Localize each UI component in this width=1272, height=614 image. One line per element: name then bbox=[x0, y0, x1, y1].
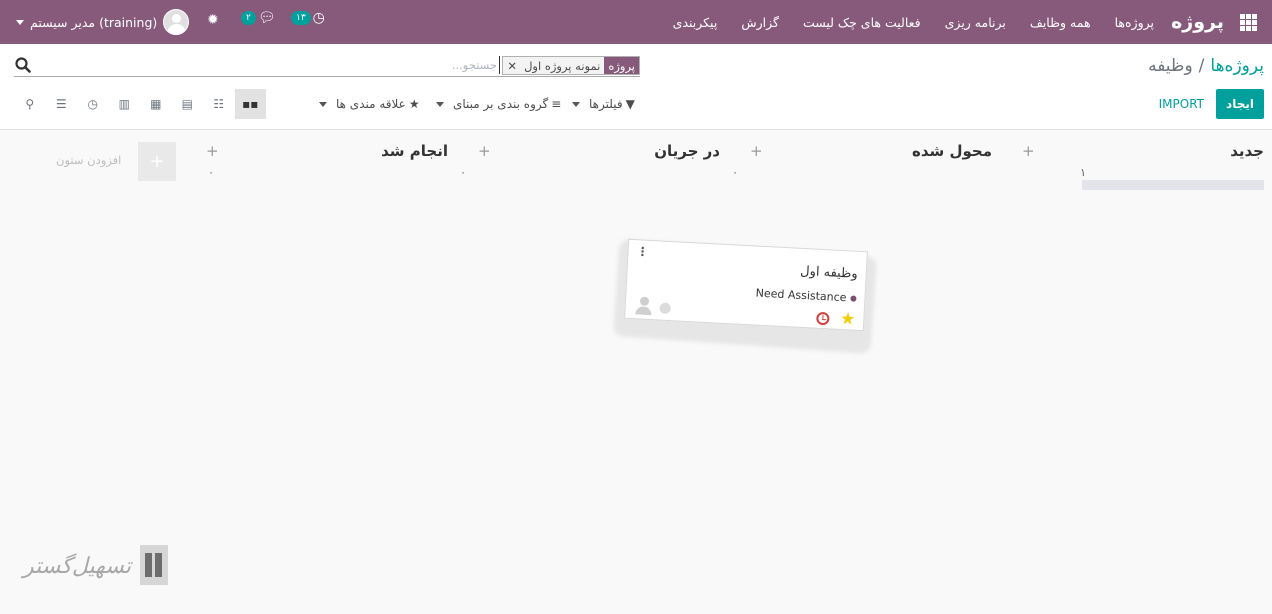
column-count: ۰ bbox=[732, 166, 738, 179]
breadcrumb-current: وظیفه bbox=[1148, 56, 1193, 76]
add-column-label: افزودن ستون bbox=[56, 153, 122, 167]
filters-label: فیلترها bbox=[589, 97, 623, 111]
menu-item-configuration[interactable]: پیکربندی bbox=[673, 15, 718, 30]
group-by-label: گروه بندی بر مبنای bbox=[453, 97, 549, 111]
debug-bug-icon[interactable]: ✹ bbox=[207, 12, 219, 28]
star-icon: ★ bbox=[408, 97, 420, 111]
column-count: ۰ bbox=[460, 166, 466, 179]
kanban-column-done: انجام شد ۰ bbox=[208, 140, 448, 184]
card-tag: Need Assistance bbox=[755, 286, 857, 305]
favorites-dropdown[interactable]: ★ علاقه مندی ها bbox=[319, 94, 420, 114]
activity-view-button[interactable]: ◷ bbox=[77, 89, 109, 119]
chevron-down-icon bbox=[16, 19, 24, 25]
graph-view-button[interactable]: ▥ bbox=[109, 89, 141, 119]
top-navbar: پروژه پروژه‌ها همه وظایف برنامه ریزی فعا… bbox=[0, 0, 1272, 44]
facet-value: نمونه پروژه اول bbox=[524, 58, 601, 73]
menu-item-planning[interactable]: برنامه ریزی bbox=[945, 15, 1006, 30]
kanban-column-new: جدید ۱ bbox=[1080, 140, 1264, 190]
add-column-button[interactable]: + bbox=[138, 142, 176, 181]
messages-badge: ۲ bbox=[241, 11, 256, 25]
quick-create-plus-icon[interactable]: + bbox=[750, 142, 763, 160]
control-panel: پروژه‌ها / وظیفه ✕ نمونه پروژه اول پروژه… bbox=[0, 44, 1272, 130]
plus-icon: + bbox=[149, 151, 165, 172]
kanban-view-button[interactable]: ▪▪ bbox=[234, 89, 266, 119]
search-bar: ✕ نمونه پروژه اول پروژه bbox=[14, 55, 640, 77]
activities-tray[interactable]: ۱۳ ◷ bbox=[291, 10, 325, 26]
avatar bbox=[163, 9, 190, 35]
pivot-view-button[interactable]: ▦ bbox=[140, 89, 172, 119]
column-count: ۱ bbox=[1080, 166, 1086, 179]
chevron-down-icon bbox=[319, 101, 327, 107]
group-by-dropdown[interactable]: ≡ گروه بندی بر مبنای bbox=[436, 94, 561, 114]
app-brand: پروژه bbox=[1171, 11, 1224, 33]
filter-icon: ▼ bbox=[625, 97, 635, 111]
kanban-board: جدید ۱ + محول شده ۰ + در جریان ۰ + انجام… bbox=[0, 130, 1272, 614]
map-view-button[interactable]: ⚲ bbox=[14, 89, 46, 119]
gantt-icon: ☰ bbox=[55, 97, 67, 111]
create-button[interactable]: ایجاد bbox=[1216, 89, 1264, 119]
activities-badge: ۱۳ bbox=[291, 11, 311, 25]
column-title: جدید bbox=[1230, 142, 1264, 160]
quick-create-plus-icon[interactable]: + bbox=[478, 142, 491, 160]
view-switcher: ⚲ ☰ ◷ ▥ ▦ ▤ ☷ ▪▪ bbox=[14, 89, 266, 119]
list-view-button[interactable]: ☷ bbox=[203, 89, 235, 119]
menu-item-checklist-activities[interactable]: فعالیت های چک لیست bbox=[803, 15, 921, 30]
column-title: انجام شد bbox=[381, 142, 448, 160]
breadcrumb: پروژه‌ها / وظیفه bbox=[1148, 56, 1264, 76]
logo-mark-icon bbox=[140, 545, 168, 585]
gantt-view-button[interactable]: ☰ bbox=[46, 89, 78, 119]
favorites-label: علاقه مندی ها bbox=[336, 97, 406, 111]
facet-label: پروژه bbox=[604, 57, 639, 74]
breadcrumb-separator: / bbox=[1198, 56, 1205, 76]
assignee-avatar-icon bbox=[633, 296, 654, 315]
main-menu: پروژه‌ها همه وظایف برنامه ریزی فعالیت ها… bbox=[673, 0, 1154, 44]
kanban-grid-icon: ▪▪ bbox=[242, 97, 259, 111]
close-icon[interactable]: ✕ bbox=[503, 57, 520, 74]
search-facet: ✕ نمونه پروژه اول پروژه bbox=[502, 56, 640, 75]
search-input[interactable] bbox=[300, 56, 500, 74]
chevron-down-icon bbox=[436, 101, 444, 107]
user-name: مدیر سیستم (training) bbox=[30, 14, 158, 30]
card-title: وظیفه اول bbox=[799, 263, 859, 282]
chevron-down-icon bbox=[572, 101, 580, 107]
bars-icon: ≡ bbox=[551, 97, 562, 111]
column-title: محول شده bbox=[911, 142, 992, 160]
apps-menu-icon[interactable] bbox=[1240, 0, 1260, 44]
clock-icon: ◷ bbox=[87, 97, 98, 111]
menu-item-projects[interactable]: پروژه‌ها bbox=[1115, 15, 1154, 30]
column-title: در جریان bbox=[654, 142, 720, 160]
quick-create-plus-icon[interactable]: + bbox=[206, 142, 219, 160]
list-icon: ☷ bbox=[213, 97, 225, 111]
kanban-column-assigned: محول شده ۰ bbox=[732, 140, 992, 184]
tag-color-dot bbox=[850, 294, 857, 302]
column-count: ۰ bbox=[208, 166, 214, 179]
kanban-card[interactable]: ⋮ وظیفه اول Need Assistance ★ bbox=[624, 238, 868, 332]
breadcrumb-projects-link[interactable]: پروژه‌ها bbox=[1210, 56, 1264, 76]
chat-bubbles-icon: 💬︎ bbox=[257, 10, 276, 26]
watermark-logo: تسهیل‌گستر bbox=[22, 542, 172, 592]
activity-clock-icon[interactable] bbox=[816, 311, 830, 326]
clock-icon: ◷ bbox=[312, 10, 325, 26]
tag-label: Need Assistance bbox=[755, 286, 847, 305]
kanban-state-icon[interactable] bbox=[659, 302, 671, 315]
messages-tray[interactable]: ۲ 💬︎ bbox=[241, 10, 276, 26]
import-button[interactable]: IMPORT bbox=[1157, 89, 1206, 119]
priority-star-icon[interactable]: ★ bbox=[840, 309, 856, 330]
watermark-text: تسهیل‌گستر bbox=[22, 554, 132, 579]
bar-chart-icon: ▥ bbox=[118, 97, 130, 111]
column-progress-bar bbox=[1082, 180, 1264, 190]
menu-item-all-tasks[interactable]: همه وظایف bbox=[1030, 15, 1091, 30]
calendar-icon: ▤ bbox=[181, 97, 193, 111]
search-icon[interactable] bbox=[14, 56, 32, 74]
map-pin-icon: ⚲ bbox=[25, 97, 35, 111]
menu-item-reporting[interactable]: گزارش bbox=[741, 15, 779, 30]
kanban-column-in-progress: در جریان ۰ bbox=[460, 140, 720, 184]
table-icon: ▦ bbox=[150, 97, 162, 111]
quick-create-plus-icon[interactable]: + bbox=[1022, 142, 1035, 160]
filters-dropdown[interactable]: ▼ فیلترها bbox=[572, 94, 635, 114]
user-menu[interactable]: مدیر سیستم (training) bbox=[16, 0, 190, 44]
card-menu-dots-icon[interactable]: ⋮ bbox=[636, 244, 649, 259]
calendar-view-button[interactable]: ▤ bbox=[172, 89, 204, 119]
